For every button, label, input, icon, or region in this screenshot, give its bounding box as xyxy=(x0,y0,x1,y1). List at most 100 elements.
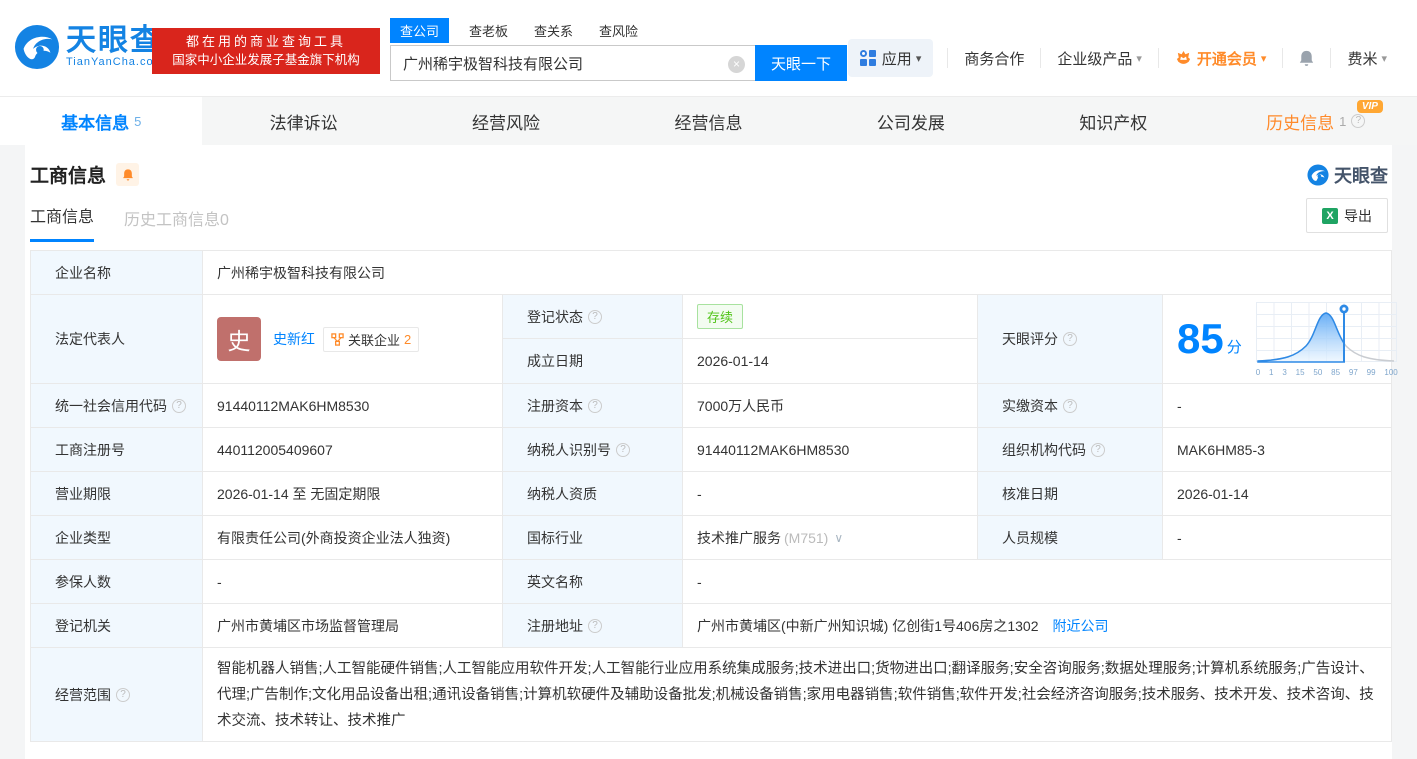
table-row: 工商注册号 440112005409607 纳税人识别号? 91440112MA… xyxy=(31,428,1391,472)
reg-authority-value: 广州市黄埔区市场监督管理局 xyxy=(203,604,503,647)
establish-date-value: 2026-01-14 xyxy=(683,339,978,383)
subscribe-bell-icon[interactable] xyxy=(116,163,139,186)
apps-label: 应用 xyxy=(882,48,912,69)
subtab-business-info[interactable]: 工商信息 xyxy=(30,203,94,242)
help-icon[interactable]: ? xyxy=(1351,114,1365,128)
help-icon[interactable]: ? xyxy=(172,399,186,413)
related-count: 2 xyxy=(404,332,411,347)
taxpayer-quality-value: - xyxy=(683,472,978,515)
help-icon[interactable]: ? xyxy=(116,688,130,702)
tianyancha-watermark-icon xyxy=(1307,164,1329,186)
score-distribution-chart: 0131550859799100 xyxy=(1256,302,1398,377)
table-row: 登记机关 广州市黄埔区市场监督管理局 注册地址? 广州市黄埔区(中新广州知识城)… xyxy=(31,604,1391,648)
help-icon[interactable]: ? xyxy=(616,443,630,457)
establish-date-label: 成立日期 xyxy=(503,339,683,383)
avatar[interactable]: 史 xyxy=(217,317,261,361)
reg-address-value: 广州市黄埔区(中新广州知识城) 亿创街1号406房之1302 附近公司 xyxy=(683,604,1391,647)
paid-capital-value: - xyxy=(1163,384,1391,427)
tab-count: 1 xyxy=(1339,114,1346,129)
help-icon[interactable]: ? xyxy=(588,399,602,413)
tab-company-development[interactable]: 公司发展 xyxy=(810,97,1012,145)
business-info-table: 企业名称 广州稀宇极智科技有限公司 法定代表人 史 史新红 关联企业 2 xyxy=(30,250,1392,742)
watermark-logo: 天眼查 xyxy=(1307,162,1388,188)
staff-size-value: - xyxy=(1163,516,1391,559)
slogan-banner: 都在用的商业查询工具 国家中小企业发展子基金旗下机构 xyxy=(152,28,380,74)
tab-history-info[interactable]: VIP 历史信息 1 ? xyxy=(1215,97,1417,145)
score-value[interactable]: 85 分 xyxy=(1163,295,1404,383)
subtab-history-business-info[interactable]: 历史工商信息0 xyxy=(124,206,229,242)
excel-icon: X xyxy=(1322,208,1338,224)
org-code-value: MAK6HM85-3 xyxy=(1163,428,1391,471)
chart-axis-ticks: 0131550859799100 xyxy=(1256,368,1398,377)
tab-legal-lawsuit[interactable]: 法律诉讼 xyxy=(202,97,404,145)
chevron-down-icon[interactable]: ∨ xyxy=(834,531,843,545)
tab-intellectual-property[interactable]: 知识产权 xyxy=(1012,97,1214,145)
legal-rep-value: 史 史新红 关联企业 2 xyxy=(203,295,503,383)
slogan-line1: 都在用的商业查询工具 xyxy=(152,32,380,51)
search-tab-boss[interactable]: 查老板 xyxy=(469,21,508,40)
reg-number-value: 440112005409607 xyxy=(203,428,503,471)
table-row: 营业期限 2026-01-14 至 无固定期限 纳税人资质 - 核准日期 202… xyxy=(31,472,1391,516)
search-button[interactable]: 天眼一下 xyxy=(755,45,847,81)
table-row: 企业类型 有限责任公司(外商投资企业法人独资) 国标行业 技术推广服务 (M75… xyxy=(31,516,1391,560)
help-icon[interactable]: ? xyxy=(1091,443,1105,457)
reg-capital-label: 注册资本? xyxy=(503,384,683,427)
tab-operation-risk[interactable]: 经营风险 xyxy=(405,97,607,145)
approval-date-label: 核准日期 xyxy=(978,472,1163,515)
search-tab-relation[interactable]: 查关系 xyxy=(534,21,573,40)
apps-menu[interactable]: 应用 ▾ xyxy=(848,39,934,77)
chevron-down-icon: ▾ xyxy=(1381,52,1387,65)
company-name-value: 广州稀宇极智科技有限公司 xyxy=(203,251,1391,294)
content-card: 工商信息 天眼查 工商信息 历史工商信息0 X 导出 企业名称 广州稀宇极智科技… xyxy=(25,145,1392,759)
username: 费米 xyxy=(1347,48,1377,69)
network-icon xyxy=(331,333,344,346)
business-term-label: 营业期限 xyxy=(31,472,203,515)
industry-value[interactable]: 技术推广服务 (M751) ∨ xyxy=(683,516,978,559)
table-row: 统一社会信用代码? 91440112MAK6HM8530 注册资本? 7000万… xyxy=(31,384,1391,428)
credit-code-label: 统一社会信用代码? xyxy=(31,384,203,427)
search-input[interactable] xyxy=(390,45,755,81)
status-badge: 存续 xyxy=(697,304,743,329)
table-row: 企业名称 广州稀宇极智科技有限公司 xyxy=(31,251,1391,295)
approval-date-value: 2026-01-14 xyxy=(1163,472,1391,515)
notification-bell-icon[interactable] xyxy=(1282,48,1330,68)
help-icon[interactable]: ? xyxy=(588,310,602,324)
reg-number-label: 工商注册号 xyxy=(31,428,203,471)
score-number: 85 xyxy=(1177,318,1224,360)
company-type-value: 有限责任公司(外商投资企业法人独资) xyxy=(203,516,503,559)
tianyancha-logo[interactable]: 天眼查 TianYanCha.com xyxy=(14,24,164,70)
user-menu[interactable]: 费米 ▾ xyxy=(1330,48,1403,68)
search-tab-company[interactable]: 查公司 xyxy=(390,18,449,43)
legal-rep-label: 法定代表人 xyxy=(31,295,203,383)
header-nav: 应用 ▾ 商务合作 企业级产品 ▾ 开通会员 ▾ 费米 ▾ xyxy=(848,38,1403,78)
logo-subtext: TianYanCha.com xyxy=(66,56,164,68)
tab-basic-info[interactable]: 基本信息 5 xyxy=(0,97,202,145)
section-title: 工商信息 xyxy=(30,161,106,188)
reg-capital-value: 7000万人民币 xyxy=(683,384,978,427)
reg-status-label: 登记状态? xyxy=(503,295,683,338)
insured-label: 参保人数 xyxy=(31,560,203,603)
nav-item-enterprise[interactable]: 企业级产品 ▾ xyxy=(1040,48,1158,68)
search-tab-risk[interactable]: 查风险 xyxy=(599,21,638,40)
nav-item-cooperation[interactable]: 商务合作 xyxy=(947,48,1040,68)
tab-operation-info[interactable]: 经营信息 xyxy=(607,97,809,145)
chevron-down-icon: ▾ xyxy=(1261,52,1267,65)
vip-badge: VIP xyxy=(1357,100,1383,113)
help-icon[interactable]: ? xyxy=(1063,332,1077,346)
reg-authority-label: 登记机关 xyxy=(31,604,203,647)
reg-address-label: 注册地址? xyxy=(503,604,683,647)
nearby-company-link[interactable]: 附近公司 xyxy=(1053,616,1109,636)
company-type-label: 企业类型 xyxy=(31,516,203,559)
score-unit: 分 xyxy=(1227,336,1242,357)
industry-code: (M751) xyxy=(784,530,828,546)
export-button[interactable]: X 导出 xyxy=(1306,198,1388,233)
help-icon[interactable]: ? xyxy=(1063,399,1077,413)
legal-rep-link[interactable]: 史新红 xyxy=(273,329,315,349)
related-company-badge[interactable]: 关联企业 2 xyxy=(323,327,419,352)
help-icon[interactable]: ? xyxy=(588,619,602,633)
reg-status-value: 存续 xyxy=(683,295,978,338)
nav-item-vip[interactable]: 开通会员 ▾ xyxy=(1158,48,1283,68)
clear-icon[interactable]: × xyxy=(728,56,745,73)
taxpayer-quality-label: 纳税人资质 xyxy=(503,472,683,515)
business-scope-label: 经营范围? xyxy=(31,648,203,741)
